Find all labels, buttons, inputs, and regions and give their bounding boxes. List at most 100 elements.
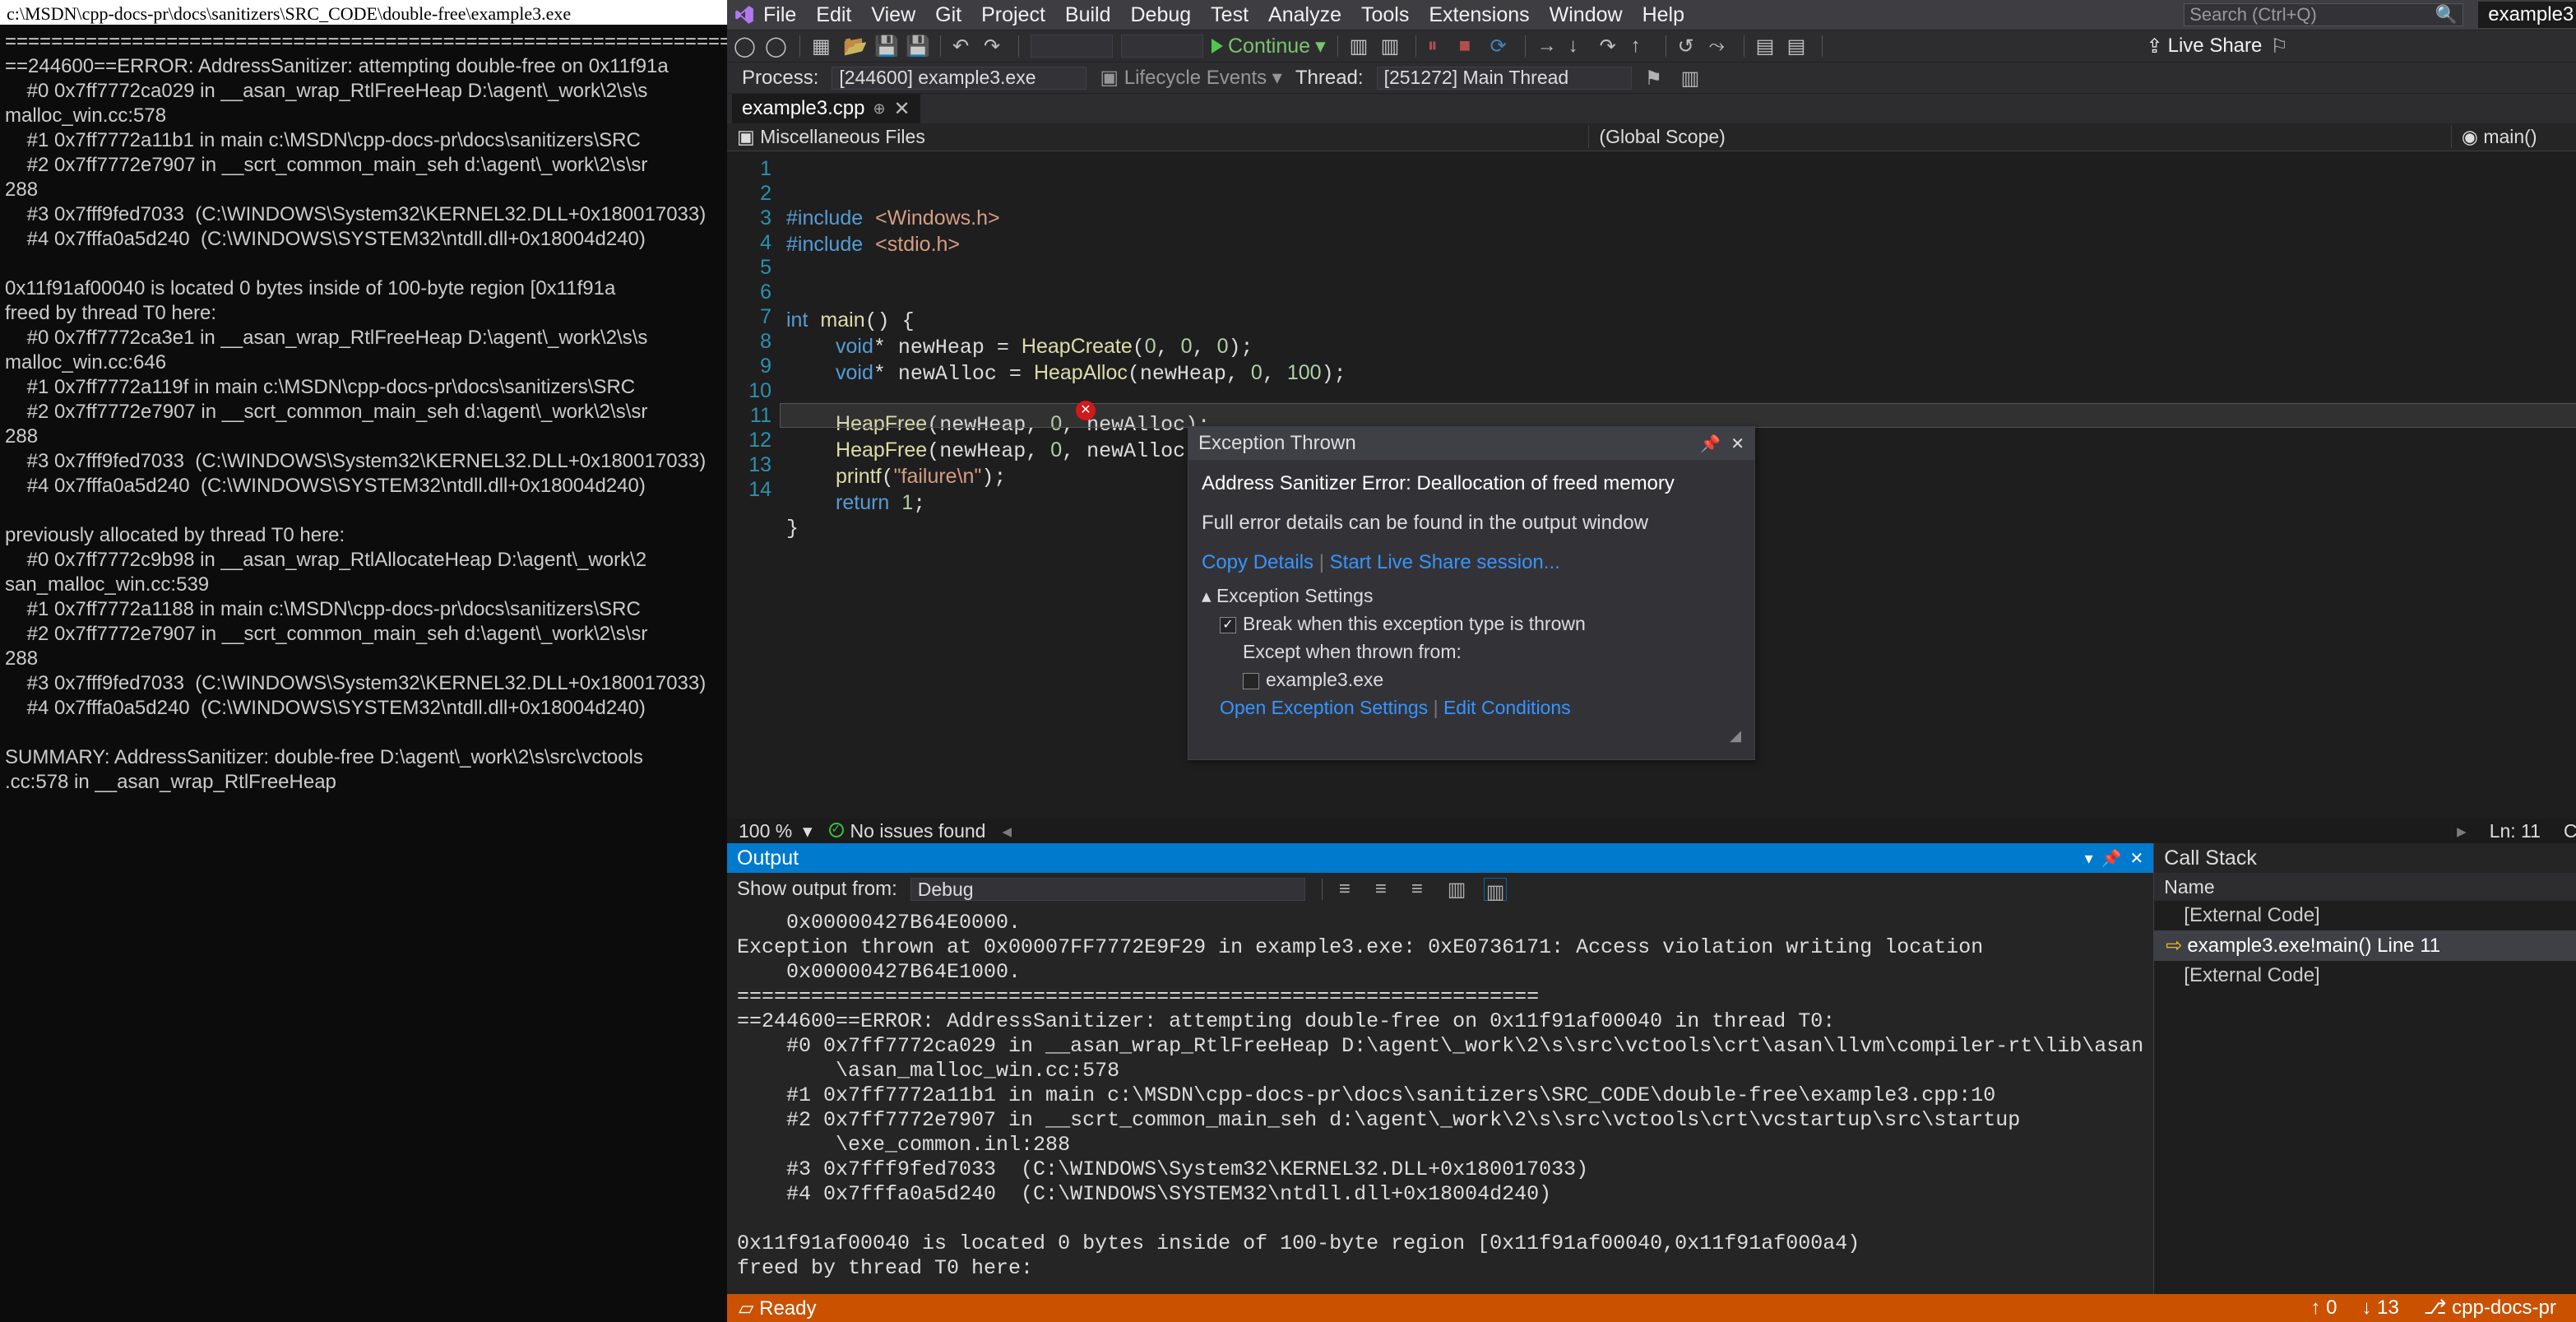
- open-exception-settings-link[interactable]: Open Exception Settings: [1220, 697, 1428, 718]
- dbg-icon-a[interactable]: ↺: [1678, 35, 1701, 58]
- liveshare-icon: ⇪: [2147, 35, 2163, 58]
- nav-scope[interactable]: (Global Scope): [1588, 126, 2450, 148]
- config-combo[interactable]: [1031, 35, 1113, 58]
- next-statement-icon[interactable]: →: [1537, 35, 1560, 58]
- code-editor[interactable]: 1234567891011121314 #include <Windows.h>…: [727, 151, 2576, 819]
- tab-example3[interactable]: example3.cpp ⊕ ✕: [732, 94, 920, 124]
- dbg-icon-c[interactable]: ▤: [1756, 35, 1779, 58]
- popup-close-icon[interactable]: ✕: [1730, 434, 1744, 454]
- save-icon[interactable]: 💾: [874, 35, 897, 58]
- push-indicator[interactable]: ↑ 0: [2310, 1296, 2337, 1320]
- callstack-row[interactable]: ⇨example3.exe!main() Line 11C++: [2154, 930, 2576, 961]
- menu-view[interactable]: View: [871, 3, 915, 27]
- dbg-icon-b[interactable]: ⤳: [1709, 35, 1732, 58]
- copy-details-link[interactable]: Copy Details: [1202, 551, 1313, 573]
- menu-project[interactable]: Project: [981, 3, 1045, 27]
- exception-title: Exception Thrown: [1198, 432, 1356, 455]
- thread-label: Thread:: [1295, 67, 1364, 90]
- pull-indicator[interactable]: ↓ 13: [2361, 1296, 2398, 1320]
- menu-build[interactable]: Build: [1065, 3, 1111, 27]
- debug-location-toolbar: Process: [244600] example3.exe ▣ Lifecyc…: [727, 63, 2576, 94]
- exception-settings-toggle[interactable]: ▴ Exception Settings: [1202, 582, 1741, 610]
- issues-indicator[interactable]: No issues found: [829, 820, 986, 842]
- step-into-icon[interactable]: ↓: [1568, 35, 1591, 58]
- output-toggle-icon[interactable]: ≡: [1411, 878, 1434, 901]
- zoom-combo[interactable]: 100 % ▾: [739, 820, 813, 842]
- repo-indicator[interactable]: ⎇ cpp-docs-pr: [2424, 1296, 2556, 1320]
- document-tabbar: example3.cpp ⊕ ✕ ▾ ⚙: [727, 94, 2576, 123]
- callstack-panel: Call Stack ▾ 📌 ✕ Name Lang [External Cod…: [2154, 843, 2576, 1294]
- callstack-title: Call Stack: [2164, 847, 2257, 870]
- start-liveshare-link[interactable]: Start Live Share session...: [1330, 551, 1560, 573]
- callstack-col-name[interactable]: Name: [2164, 876, 2576, 898]
- menu-debug[interactable]: Debug: [1131, 3, 1192, 27]
- output-opt1-icon[interactable]: ▥: [1448, 878, 1471, 901]
- output-title: Output: [737, 847, 799, 870]
- flag-icon[interactable]: ⚑: [1645, 67, 1668, 90]
- continue-button[interactable]: Continue ▾: [1212, 34, 1326, 58]
- menu-window[interactable]: Window: [1550, 3, 1623, 27]
- vs-logo-icon: [732, 2, 757, 27]
- menu-analyze[interactable]: Analyze: [1268, 3, 1341, 27]
- stackframe-icon[interactable]: ▥: [1681, 67, 1704, 90]
- callstack-row[interactable]: [External Code]: [2154, 961, 2576, 990]
- menu-edit[interactable]: Edit: [816, 3, 851, 27]
- open-icon[interactable]: 📂: [843, 35, 866, 58]
- dbg-icon-2[interactable]: ▥: [1381, 35, 1404, 58]
- output-opt2-icon[interactable]: ▥: [1484, 878, 1507, 901]
- step-out-icon[interactable]: ↑: [1631, 35, 1654, 58]
- menu-extensions[interactable]: Extensions: [1429, 3, 1529, 27]
- callstack-row[interactable]: [External Code]: [2154, 901, 2576, 930]
- nav-project[interactable]: ▣ Miscellaneous Files: [727, 126, 1588, 148]
- menu-file[interactable]: File: [763, 3, 796, 27]
- show-output-combo[interactable]: Debug: [910, 878, 1305, 901]
- code-navbar: ▣ Miscellaneous Files (Global Scope) ◉ m…: [727, 123, 2576, 151]
- tab-pin-icon[interactable]: ⊕: [873, 100, 885, 118]
- tab-close-icon[interactable]: ✕: [894, 97, 910, 121]
- menu-help[interactable]: Help: [1642, 3, 1684, 27]
- break-all-icon[interactable]: ⏸: [1428, 35, 1451, 58]
- undo-icon[interactable]: ↶: [952, 35, 975, 58]
- edit-conditions-link[interactable]: Edit Conditions: [1443, 697, 1571, 718]
- new-item-icon[interactable]: ▦: [812, 35, 835, 58]
- dbg-icon-d[interactable]: ▤: [1787, 35, 1810, 58]
- redo-icon[interactable]: ↷: [984, 35, 1007, 58]
- platform-combo[interactable]: [1121, 35, 1203, 58]
- popup-pin-icon[interactable]: 📌: [1700, 434, 1721, 454]
- nav-member[interactable]: ◉ main(): [2451, 126, 2576, 148]
- break-checkbox[interactable]: ✓: [1220, 617, 1236, 633]
- output-wrap-icon[interactable]: ≡: [1375, 878, 1398, 901]
- lifecycle-events[interactable]: Lifecycle Events: [1124, 67, 1267, 89]
- show-output-label: Show output from:: [737, 878, 897, 901]
- thread-combo[interactable]: [251272] Main Thread: [1377, 67, 1632, 90]
- step-over-icon[interactable]: ↷: [1600, 35, 1623, 58]
- error-glyph-icon[interactable]: ✕: [1076, 401, 1096, 420]
- editor-statusbar: 100 % ▾ No issues found ◂ ▸ Ln: 11 Ch: 1…: [727, 819, 2576, 843]
- console-output[interactable]: ========================================…: [0, 25, 727, 800]
- output-close-icon[interactable]: ✕: [2130, 848, 2144, 869]
- process-combo[interactable]: [244600] example3.exe: [832, 67, 1086, 90]
- solution-name[interactable]: example3: [2478, 2, 2576, 28]
- vs-statusbar: ▱ Ready ↑ 0 ↓ 13 ⎇ cpp-docs-pr ⎇ master …: [727, 1294, 2576, 1322]
- output-clear-icon[interactable]: ≡: [1339, 878, 1362, 901]
- menu-tools[interactable]: Tools: [1361, 3, 1409, 27]
- module-checkbox[interactable]: [1243, 673, 1259, 689]
- process-label: Process:: [742, 67, 818, 90]
- search-input[interactable]: Search (Ctrl+Q) 🔍: [2184, 3, 2463, 26]
- restart-icon[interactable]: ⟳: [1490, 35, 1513, 58]
- output-pin-icon[interactable]: 📌: [2101, 848, 2122, 869]
- dbg-icon-1[interactable]: ▥: [1350, 35, 1373, 58]
- nav-fwd-icon[interactable]: ◯: [765, 35, 788, 58]
- output-dropdown-icon[interactable]: ▾: [2085, 848, 2093, 869]
- menu-test[interactable]: Test: [1211, 3, 1249, 27]
- visual-studio-window: File Edit View Git Project Build Debug Test Anal…: [727, 0, 2576, 1322]
- menu-git[interactable]: Git: [935, 3, 961, 27]
- console-window: c:\MSDN\cpp-docs-pr\docs\sanitizers\SRC_…: [0, 0, 727, 1322]
- liveshare-button[interactable]: ⇪Live Share: [2147, 35, 2263, 58]
- search-icon: 🔍: [2435, 4, 2458, 26]
- output-text[interactable]: 0x00000427B64E0000. Exception thrown at …: [727, 906, 2153, 1294]
- save-all-icon[interactable]: 💾: [906, 35, 929, 58]
- stop-icon[interactable]: ■: [1459, 35, 1482, 58]
- nav-back-icon[interactable]: ◯: [734, 35, 757, 58]
- feedback-icon[interactable]: ⚐: [2270, 35, 2293, 58]
